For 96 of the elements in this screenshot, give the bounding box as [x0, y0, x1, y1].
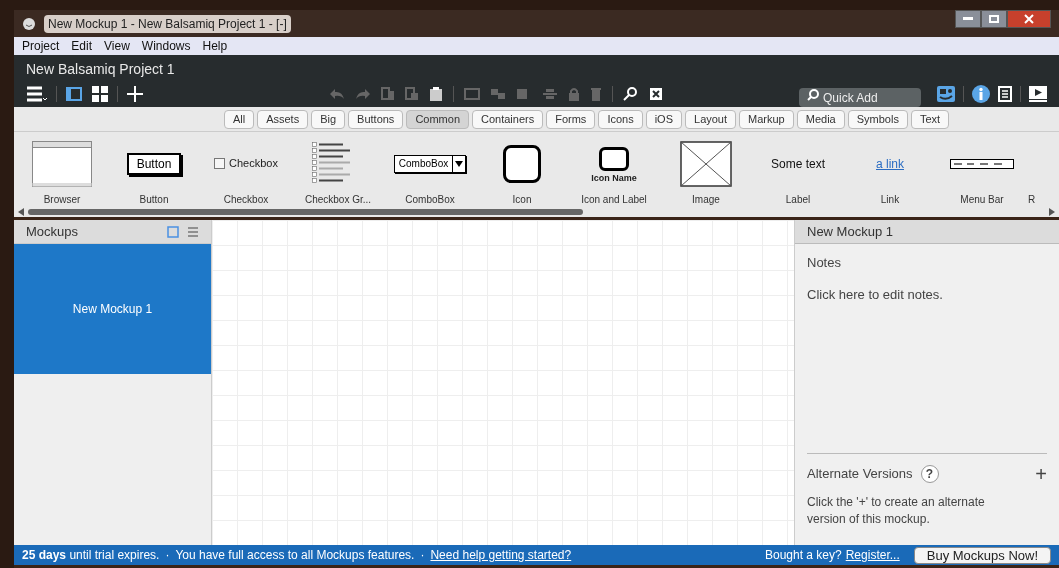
combobox-preview: ComboBox	[393, 154, 467, 173]
filter-tab[interactable]: Media	[796, 109, 845, 129]
dropdown-icon	[455, 160, 464, 167]
section-title: Alternate Versions	[807, 465, 913, 484]
notes-label: Notes	[806, 254, 842, 272]
close-icon	[1024, 14, 1034, 24]
filter-tab[interactable]: Markup	[739, 109, 794, 129]
search-icon[interactable]	[623, 87, 639, 101]
group-icon[interactable]	[464, 88, 480, 100]
separator: ·	[165, 547, 170, 564]
icon-name-text: Icon Name	[591, 172, 637, 186]
search-icon	[807, 88, 819, 101]
close-button[interactable]	[1007, 10, 1051, 28]
component-label[interactable]: Checkbox	[223, 192, 269, 207]
checkbox-preview-label: Checkbox	[229, 156, 278, 172]
component-label[interactable]: Label	[785, 192, 811, 207]
filter-tab[interactable]: Buttons	[348, 109, 404, 129]
share-icon[interactable]	[937, 86, 955, 102]
filter-tab[interactable]: Containers	[472, 109, 544, 129]
component-label[interactable]: Checkbox Gr...	[304, 192, 372, 207]
project-title: New Balsamiq Project 1	[26, 60, 176, 79]
add-version-button[interactable]: +	[1035, 464, 1047, 484]
plus-icon[interactable]	[126, 85, 144, 103]
filter-tab[interactable]: Layout	[685, 109, 737, 129]
filter-tab[interactable]: Icons	[598, 109, 643, 129]
key-text: Bought a key?	[764, 547, 842, 564]
ungroup-icon[interactable]	[490, 88, 506, 100]
menu-item[interactable]: Edit	[71, 37, 93, 55]
filter-tab[interactable]: Text	[910, 109, 950, 129]
menu-bar-drawing	[950, 158, 1014, 169]
trial-text: 25 days until trial expires.	[22, 547, 160, 564]
filter-tab[interactable]: Big	[311, 109, 346, 129]
mockup-thumbnail[interactable]: New Mockup 1	[14, 244, 211, 374]
panel-title: Mockups	[26, 222, 79, 241]
paste-icon[interactable]	[429, 87, 443, 101]
component-label[interactable]: R	[1028, 192, 1036, 207]
trash-icon[interactable]	[590, 87, 602, 101]
component-label[interactable]: Icon	[512, 192, 532, 207]
scroll-left-icon[interactable]	[18, 208, 24, 216]
access-text: You have full access to all Mockups features.	[175, 547, 415, 564]
help-button[interactable]: ?	[920, 465, 939, 483]
grid-icon[interactable]	[91, 86, 109, 102]
help-text: Click the '+' to create an alternate version of this mockup.	[806, 494, 986, 528]
menu-item[interactable]: View	[104, 37, 130, 55]
cut-icon[interactable]	[405, 87, 419, 101]
thumbnail-view-icon[interactable]	[167, 225, 179, 238]
copy-icon[interactable]	[381, 87, 395, 101]
lock-icon[interactable]	[568, 87, 580, 101]
filter-tab[interactable]: All	[223, 109, 255, 129]
scrollbar-thumb[interactable]	[28, 209, 583, 215]
document-icon[interactable]	[998, 86, 1012, 102]
notes-field[interactable]: Click here to edit notes.	[795, 284, 1059, 304]
scroll-right-icon[interactable]	[1049, 208, 1055, 216]
align-icon[interactable]	[542, 88, 558, 100]
component-label[interactable]: Button	[139, 192, 169, 207]
minimize-icon	[963, 17, 973, 21]
maximize-icon	[989, 15, 999, 23]
link-preview: a link	[876, 155, 904, 173]
label-preview: Some text	[771, 155, 825, 173]
component-label[interactable]: Image	[692, 192, 720, 207]
quick-add-field[interactable]: Quick Add	[799, 88, 921, 107]
panel-title: New Mockup 1	[807, 222, 893, 241]
button-preview: Button	[126, 152, 182, 175]
maximize-button[interactable]	[981, 10, 1007, 28]
filter-tab[interactable]: Assets	[257, 109, 309, 129]
filter-tab[interactable]: Symbols	[847, 109, 908, 129]
component-label[interactable]: Menu Bar	[960, 192, 1004, 207]
image-placeholder-drawing	[680, 140, 732, 187]
undo-icon[interactable]	[329, 88, 345, 100]
component-label[interactable]: Browser	[43, 192, 81, 207]
clear-icon[interactable]	[649, 87, 663, 101]
browser-drawing	[32, 140, 92, 187]
buy-button[interactable]: Buy Mockups Now!	[913, 546, 1051, 564]
menu-icon[interactable]	[26, 86, 48, 102]
play-icon[interactable]	[1029, 86, 1047, 102]
help-link[interactable]: Need help getting started?	[430, 546, 572, 564]
menu-item[interactable]: Windows	[141, 37, 191, 55]
checkbox-preview	[214, 158, 226, 169]
component-label[interactable]: ComboBox	[405, 192, 455, 207]
component-label[interactable]: Link	[880, 192, 900, 207]
filter-tab[interactable]: Forms	[546, 109, 596, 129]
icon-preview	[503, 144, 541, 183]
minimize-button[interactable]	[955, 10, 981, 28]
window-title: New Mockup 1 - New Balsamiq Project 1 - [-]	[44, 14, 291, 33]
separator: ·	[420, 547, 425, 564]
panel-icon[interactable]	[65, 86, 83, 102]
redo-icon[interactable]	[355, 88, 371, 100]
filter-tab[interactable]: Common	[406, 109, 469, 129]
app-icon	[22, 16, 36, 31]
filter-tab[interactable]: iOS	[645, 109, 682, 129]
menu-item[interactable]: Project	[22, 37, 60, 55]
info-icon[interactable]	[972, 85, 990, 103]
icon-preview	[599, 147, 629, 172]
component-label[interactable]: Icon and Label	[581, 192, 647, 207]
register-link[interactable]: Register...	[845, 546, 900, 564]
menu-item[interactable]: Help	[202, 37, 228, 55]
